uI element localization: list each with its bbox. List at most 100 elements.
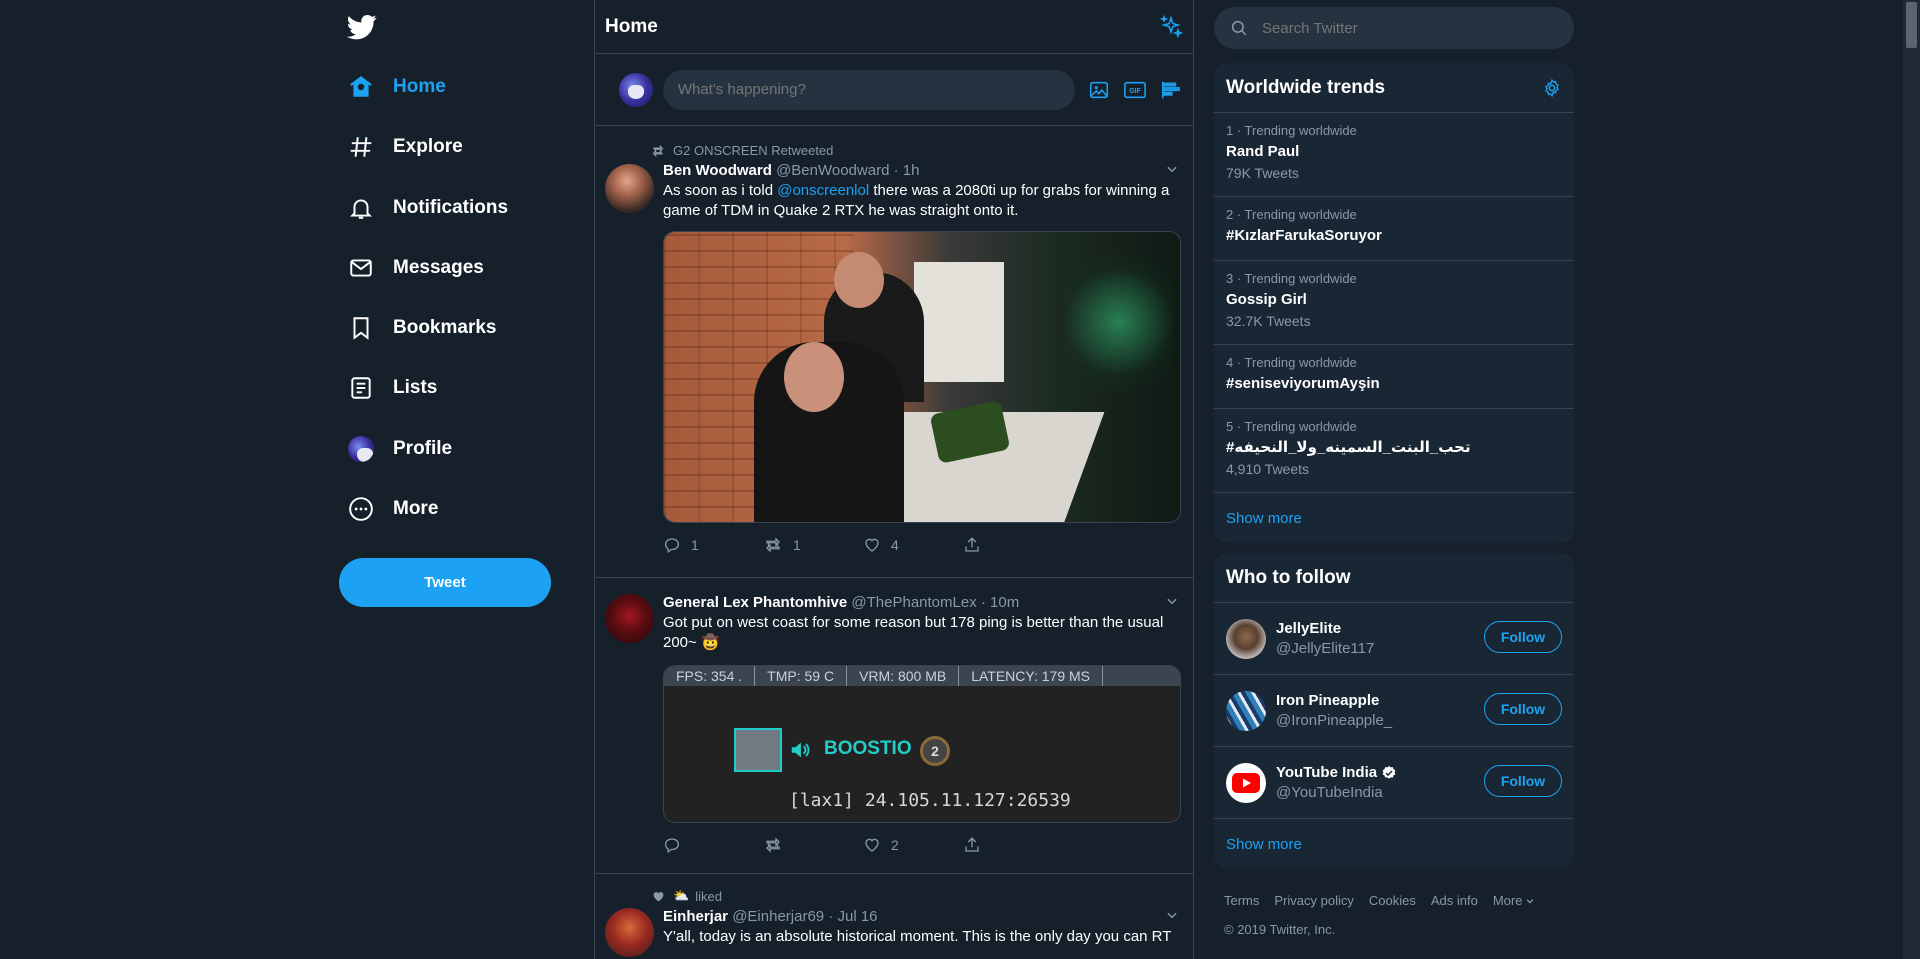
avatar[interactable] [1226,690,1266,731]
chevron-down-icon[interactable] [1165,594,1179,608]
sparkle-icon[interactable] [1159,14,1183,39]
nav-lists[interactable]: Lists [332,364,552,412]
twitter-logo-icon[interactable] [347,12,377,42]
trend-item[interactable]: 5 · Trending worldwide #تحب_البنت_السمين… [1214,409,1574,493]
nav-notifications[interactable]: Notifications [332,184,552,232]
hashtag-icon [347,133,375,161]
scrollbar-thumb[interactable] [1906,2,1917,48]
bell-icon [347,194,375,222]
timeline: Home GIF G2 ONSCREEN Retweeted [594,0,1194,959]
nav-bookmarks[interactable]: Bookmarks [332,304,552,352]
svg-text:GIF: GIF [1129,88,1140,95]
trend-item[interactable]: 3 · Trending worldwide Gossip Girl 32.7K… [1214,261,1574,345]
trend-item[interactable]: 1 · Trending worldwide Rand Paul 79K Twe… [1214,113,1574,197]
tweet-time[interactable]: · Jul 16 [828,908,877,925]
reply-button[interactable]: 1 [663,536,763,554]
follow-name[interactable]: YouTube India [1276,763,1397,783]
trends-title: Worldwide trends [1226,76,1386,98]
reply-button[interactable] [663,836,763,854]
tweet-text: Got put on west coast for some reason bu… [663,614,1164,651]
follow-name[interactable]: Iron Pineapple [1276,691,1392,711]
like-button[interactable]: 4 [863,536,963,554]
author-handle[interactable]: @ThePhantomLex [851,594,976,611]
compose-input[interactable] [662,69,1075,110]
retweet-button[interactable]: 1 [763,536,863,554]
author-handle[interactable]: @BenWoodward [776,162,889,179]
copyright: © 2019 Twitter, Inc. [1224,922,1336,937]
envelope-icon [347,254,375,282]
chevron-down-icon[interactable] [1165,162,1179,176]
avatar[interactable] [605,164,654,213]
reply-icon [663,836,691,854]
tweet[interactable]: G2 ONSCREEN Retweeted Ben Woodward @BenW… [595,126,1193,578]
tweet-header: General Lex Phantomhive @ThePhantomLex ·… [663,594,1183,611]
youtube-logo-icon[interactable] [1226,762,1266,803]
footer-link-privacy[interactable]: Privacy policy [1274,893,1353,908]
player-portrait [734,728,782,772]
search-bar[interactable] [1214,7,1574,49]
like-button[interactable]: 2 [863,836,963,854]
hud-vrm: VRM: 800 MB [847,666,960,686]
tweet-photo[interactable] [663,231,1181,523]
footer-link-terms[interactable]: Terms [1224,893,1259,908]
gif-icon[interactable]: GIF [1123,78,1147,102]
avatar[interactable] [605,594,654,643]
follow-suggestion[interactable]: JellyElite @JellyElite117 Follow [1214,603,1574,675]
hud-latency: LATENCY: 179 MS [959,666,1103,686]
footer-link-ads-info[interactable]: Ads info [1431,893,1478,908]
tweet-button[interactable]: Tweet [339,558,551,607]
trends-show-more-link[interactable]: Show more [1214,493,1574,543]
mention-link[interactable]: @onscreenlol [777,182,869,199]
follow-button[interactable]: Follow [1484,765,1562,797]
nav-home[interactable]: Home [332,63,552,111]
avatar[interactable] [605,908,654,957]
follow-button[interactable]: Follow [1484,621,1562,653]
share-button[interactable] [963,536,1063,554]
search-input[interactable] [1262,19,1542,37]
author-name[interactable]: Einherjar [663,908,728,925]
follow-name[interactable]: JellyElite [1276,619,1374,639]
footer-link-cookies[interactable]: Cookies [1369,893,1416,908]
nav-profile-label: Profile [393,438,453,459]
follow-handle[interactable]: @JellyElite117 [1276,639,1374,659]
nav-messages[interactable]: Messages [332,244,552,292]
retweet-button[interactable] [763,836,863,854]
trend-item[interactable]: 4 · Trending worldwide #seniseviyorumAyş… [1214,345,1574,409]
nav-profile[interactable]: Profile [332,425,552,473]
follow-button[interactable]: Follow [1484,693,1562,725]
poll-icon[interactable] [1159,78,1183,102]
gear-icon[interactable] [1542,78,1562,98]
follow-handle[interactable]: @IronPineapple_ [1276,711,1392,731]
retweet-icon [763,536,793,554]
author-name[interactable]: General Lex Phantomhive [663,594,847,611]
list-icon [347,374,375,402]
trend-item[interactable]: 2 · Trending worldwide #KızlarFarukaSoru… [1214,197,1574,261]
follow-handle[interactable]: @YouTubeIndia [1276,783,1397,803]
image-icon[interactable] [1087,78,1111,102]
nav-more[interactable]: More [332,485,552,533]
follow-show-more-link[interactable]: Show more [1214,819,1574,869]
tweet-photo[interactable]: FPS: 354 . TMP: 59 C VRM: 800 MB LATENCY… [663,665,1181,823]
heart-icon [863,536,891,554]
author-name[interactable]: Ben Woodward [663,162,772,179]
avatar[interactable] [1226,618,1266,659]
tweet-composer: GIF [595,54,1193,126]
chevron-down-icon[interactable] [1165,908,1179,922]
tweet-time[interactable]: · 10m [981,594,1019,611]
follow-suggestion[interactable]: Iron Pineapple @IronPineapple_ Follow [1214,675,1574,747]
follow-suggestion[interactable]: YouTube India @YouTubeIndia Follow [1214,747,1574,819]
nav-explore[interactable]: Explore [332,123,552,171]
tweet-time[interactable]: · 1h [894,162,920,179]
share-button[interactable] [963,836,1063,854]
who-to-follow-title: Who to follow [1226,566,1351,588]
follow-name-text: YouTube India [1276,763,1378,781]
left-navigation: Home Explore Notifications Messages Book… [332,0,594,959]
page-scrollbar[interactable] [1903,0,1920,959]
author-handle[interactable]: @Einherjar69 [732,908,824,925]
nav-lists-label: Lists [393,377,438,398]
avatar[interactable] [619,72,653,107]
tweet[interactable]: General Lex Phantomhive @ThePhantomLex ·… [595,578,1193,874]
footer-more-menu[interactable]: More [1493,893,1536,908]
trends-panel: Worldwide trends 1 · Trending worldwide … [1214,63,1574,543]
tweet[interactable]: ⛅ liked Einherjar @Einherjar69 · Jul 16 … [595,874,1193,959]
